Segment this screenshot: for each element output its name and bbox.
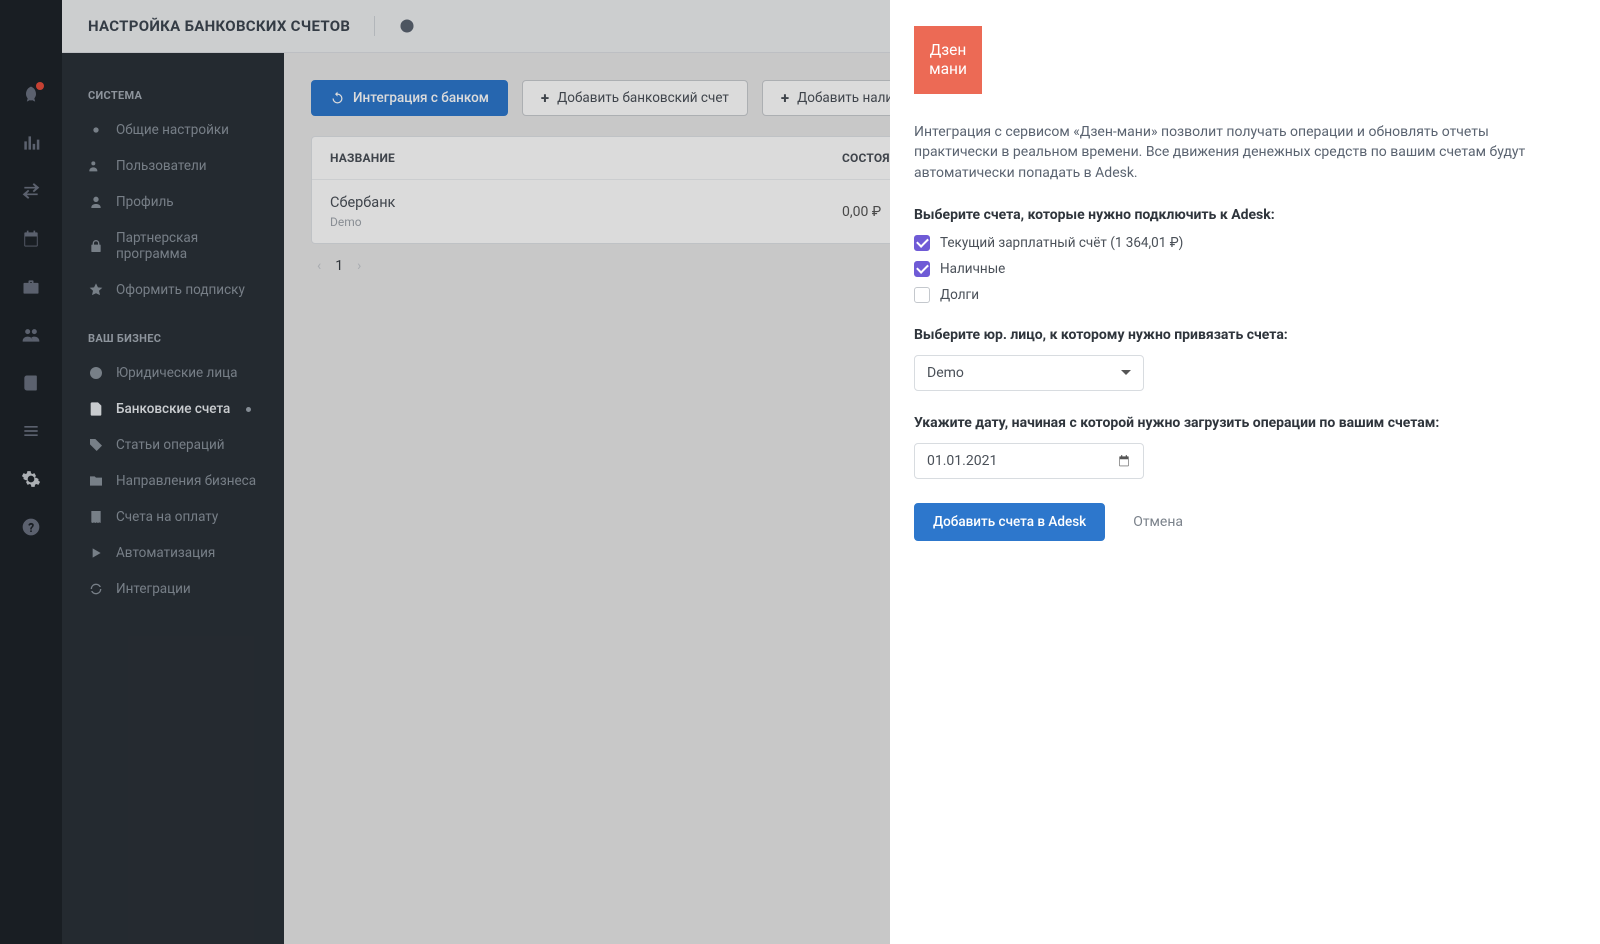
- logo-text: мани: [929, 60, 967, 79]
- select-accounts-label: Выберите счета, которые нужно подключить…: [914, 207, 1574, 223]
- date-label: Укажите дату, начиная с которой нужно за…: [914, 415, 1574, 431]
- account-checkbox-row[interactable]: Текущий зарплатный счёт (1 364,01 ₽): [914, 235, 1574, 251]
- integration-panel: Дзен мани Интеграция с сервисом «Дзен-ма…: [890, 0, 1600, 944]
- entity-label: Выберите юр. лицо, к которому нужно прив…: [914, 327, 1574, 343]
- panel-actions: Добавить счета в Adesk Отмена: [914, 503, 1574, 541]
- calendar-icon: [1117, 454, 1131, 468]
- account-checkbox-row[interactable]: Наличные: [914, 261, 1574, 277]
- entity-value: Demo: [927, 365, 964, 381]
- checkbox[interactable]: [914, 261, 930, 277]
- checkbox-label: Наличные: [940, 261, 1005, 277]
- entity-select[interactable]: Demo: [914, 355, 1144, 391]
- date-value: 01.01.2021: [927, 453, 997, 469]
- date-input[interactable]: 01.01.2021: [914, 443, 1144, 479]
- chevron-down-icon: [1121, 370, 1131, 375]
- integration-description: Интеграция с сервисом «Дзен-мани» позвол…: [914, 122, 1574, 183]
- zenmoney-logo: Дзен мани: [914, 26, 982, 94]
- checkbox[interactable]: [914, 235, 930, 251]
- btn-label: Добавить счета в Adesk: [933, 514, 1086, 530]
- logo-text: Дзен: [930, 41, 967, 60]
- checkbox-label: Долги: [940, 287, 979, 303]
- checkbox-label: Текущий зарплатный счёт (1 364,01 ₽): [940, 235, 1183, 251]
- account-checkbox-row[interactable]: Долги: [914, 287, 1574, 303]
- cancel-link[interactable]: Отмена: [1133, 514, 1183, 530]
- checkbox[interactable]: [914, 287, 930, 303]
- submit-button[interactable]: Добавить счета в Adesk: [914, 503, 1105, 541]
